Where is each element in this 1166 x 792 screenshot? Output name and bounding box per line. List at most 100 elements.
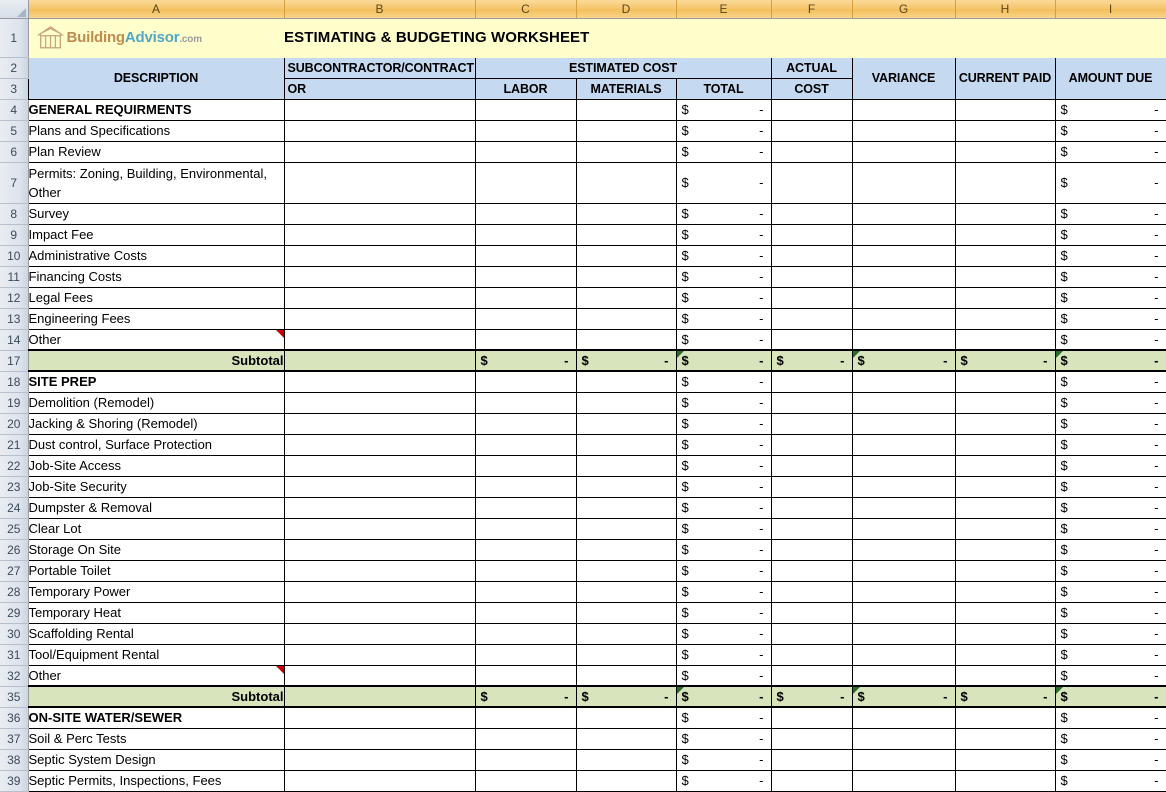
current-paid-cell[interactable] xyxy=(955,162,1055,203)
labor-cell[interactable] xyxy=(475,476,576,497)
column-header-e[interactable]: E xyxy=(676,0,771,18)
actual-cost-cell[interactable] xyxy=(771,162,852,203)
variance-cell[interactable] xyxy=(852,728,955,749)
row-header-6[interactable]: 6 xyxy=(0,141,28,162)
total-cell[interactable]: $- xyxy=(676,224,771,245)
total-cell[interactable]: $- xyxy=(676,99,771,120)
subcontractor-cell[interactable] xyxy=(284,162,475,203)
variance-cell[interactable] xyxy=(852,770,955,791)
variance-cell[interactable] xyxy=(852,308,955,329)
table-row[interactable]: 8Survey$-$- xyxy=(0,203,1166,224)
actual-cost-cell[interactable] xyxy=(771,203,852,224)
table-row[interactable]: 23Job-Site Security$-$- xyxy=(0,476,1166,497)
variance-cell[interactable] xyxy=(852,518,955,539)
variance-cell[interactable] xyxy=(852,623,955,644)
actual-cost-cell[interactable] xyxy=(771,141,852,162)
actual-cost-cell[interactable] xyxy=(771,287,852,308)
amount-due-cell[interactable]: $- xyxy=(1055,266,1166,287)
actual-cost-cell[interactable] xyxy=(771,245,852,266)
total-cell[interactable]: $- xyxy=(676,350,771,371)
labor-cell[interactable] xyxy=(475,120,576,141)
subcontractor-cell[interactable] xyxy=(284,392,475,413)
materials-cell[interactable] xyxy=(576,203,676,224)
amount-due-cell[interactable]: $- xyxy=(1055,686,1166,707)
amount-due-cell[interactable]: $- xyxy=(1055,413,1166,434)
variance-cell[interactable] xyxy=(852,602,955,623)
amount-due-cell[interactable]: $- xyxy=(1055,329,1166,350)
table-row[interactable]: 24Dumpster & Removal$-$- xyxy=(0,497,1166,518)
materials-cell[interactable] xyxy=(576,770,676,791)
subcontractor-cell[interactable] xyxy=(284,644,475,665)
subcontractor-cell[interactable] xyxy=(284,120,475,141)
row-header-8[interactable]: 8 xyxy=(0,203,28,224)
total-cell[interactable]: $- xyxy=(676,602,771,623)
row-header-20[interactable]: 20 xyxy=(0,413,28,434)
row-header-9[interactable]: 9 xyxy=(0,224,28,245)
materials-cell[interactable] xyxy=(576,308,676,329)
table-row[interactable]: 18SITE PREP$-$- xyxy=(0,371,1166,392)
worksheet-grid[interactable]: ABCDEFGHI1BuildingAdvisor.comESTIMATING … xyxy=(0,0,1166,792)
total-cell[interactable]: $- xyxy=(676,392,771,413)
row-header-28[interactable]: 28 xyxy=(0,581,28,602)
actual-cost-cell[interactable] xyxy=(771,623,852,644)
materials-cell[interactable] xyxy=(576,644,676,665)
actual-cost-cell[interactable] xyxy=(771,455,852,476)
select-all-corner[interactable] xyxy=(0,0,28,18)
labor-cell[interactable] xyxy=(475,560,576,581)
total-cell[interactable]: $- xyxy=(676,434,771,455)
amount-due-cell[interactable]: $- xyxy=(1055,371,1166,392)
labor-cell[interactable] xyxy=(475,329,576,350)
subcontractor-cell[interactable] xyxy=(284,287,475,308)
variance-cell[interactable] xyxy=(852,120,955,141)
actual-cost-cell[interactable] xyxy=(771,728,852,749)
row-header-21[interactable]: 21 xyxy=(0,434,28,455)
amount-due-cell[interactable]: $- xyxy=(1055,560,1166,581)
row-header-31[interactable]: 31 xyxy=(0,644,28,665)
amount-due-cell[interactable]: $- xyxy=(1055,770,1166,791)
row-label-cell[interactable]: Jacking & Shoring (Remodel) xyxy=(28,413,284,434)
subcontractor-cell[interactable] xyxy=(284,224,475,245)
row-label-cell[interactable]: Clear Lot xyxy=(28,518,284,539)
total-cell[interactable]: $- xyxy=(676,413,771,434)
actual-cost-cell[interactable] xyxy=(771,581,852,602)
labor-cell[interactable] xyxy=(475,455,576,476)
row-label-cell[interactable]: GENERAL REQUIRMENTS xyxy=(28,99,284,120)
subcontractor-cell[interactable] xyxy=(284,413,475,434)
current-paid-cell[interactable] xyxy=(955,707,1055,728)
total-cell[interactable]: $- xyxy=(676,308,771,329)
amount-due-cell[interactable]: $- xyxy=(1055,224,1166,245)
labor-cell[interactable] xyxy=(475,770,576,791)
row-header-19[interactable]: 19 xyxy=(0,392,28,413)
row-header-3[interactable]: 3 xyxy=(0,78,28,99)
row-header-30[interactable]: 30 xyxy=(0,623,28,644)
subcontractor-cell[interactable] xyxy=(284,581,475,602)
materials-cell[interactable] xyxy=(576,120,676,141)
subcontractor-cell[interactable] xyxy=(284,749,475,770)
actual-cost-cell[interactable] xyxy=(771,770,852,791)
row-label-cell[interactable]: Portable Toilet xyxy=(28,560,284,581)
amount-due-cell[interactable]: $- xyxy=(1055,141,1166,162)
amount-due-cell[interactable]: $- xyxy=(1055,455,1166,476)
variance-cell[interactable] xyxy=(852,266,955,287)
row-header-13[interactable]: 13 xyxy=(0,308,28,329)
subcontractor-cell[interactable] xyxy=(284,518,475,539)
total-cell[interactable]: $- xyxy=(676,728,771,749)
labor-cell[interactable] xyxy=(475,539,576,560)
total-cell[interactable]: $- xyxy=(676,560,771,581)
materials-cell[interactable]: $- xyxy=(576,686,676,707)
table-row[interactable]: 4GENERAL REQUIRMENTS$-$- xyxy=(0,99,1166,120)
total-cell[interactable]: $- xyxy=(676,623,771,644)
current-paid-cell[interactable] xyxy=(955,266,1055,287)
column-header-b[interactable]: B xyxy=(284,0,475,18)
variance-cell[interactable] xyxy=(852,539,955,560)
current-paid-cell[interactable] xyxy=(955,413,1055,434)
actual-cost-cell[interactable] xyxy=(771,665,852,686)
table-row[interactable]: 6Plan Review$-$- xyxy=(0,141,1166,162)
row-label-cell[interactable]: Dumpster & Removal xyxy=(28,497,284,518)
labor-cell[interactable] xyxy=(475,497,576,518)
materials-cell[interactable] xyxy=(576,371,676,392)
total-cell[interactable]: $- xyxy=(676,329,771,350)
table-row[interactable]: 25Clear Lot$-$- xyxy=(0,518,1166,539)
subcontractor-cell[interactable] xyxy=(284,497,475,518)
row-label-cell[interactable]: Survey xyxy=(28,203,284,224)
